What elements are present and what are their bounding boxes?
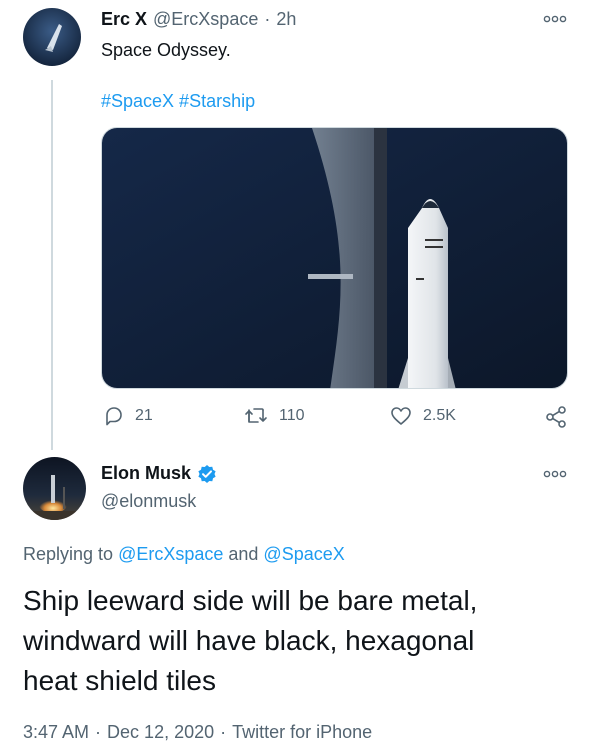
tweet1-separator: ·: [264, 9, 271, 29]
tweet2-author-handle[interactable]: @elonmusk: [101, 491, 196, 512]
more-icon: [543, 470, 567, 478]
tweet2-header: Elon Musk: [101, 463, 217, 484]
tweet1-text: Space Odyssey.: [101, 40, 231, 60]
replying-to-user-spacex[interactable]: @SpaceX: [263, 544, 344, 565]
tweet1-more-button[interactable]: [543, 12, 567, 31]
tweet2-meta: 3:47 AM · Dec 12, 2020 · Twitter for iPh…: [23, 722, 372, 743]
share-button[interactable]: [544, 405, 568, 429]
tweet1-hashtags[interactable]: #SpaceX #Starship: [101, 91, 255, 112]
reply-count: 21: [135, 407, 153, 424]
tweet2-text: Ship leeward side will be bare metal, wi…: [23, 581, 477, 701]
tweet1-author-handle[interactable]: @ErcXspace: [153, 9, 258, 30]
tweet1-media-image[interactable]: [101, 127, 568, 389]
thread-connector-line: [51, 80, 53, 450]
like-button[interactable]: 2.5K: [389, 405, 456, 427]
tweet2-text-line-1: Ship leeward side will be bare metal,: [23, 585, 478, 616]
retweet-count: 110: [279, 407, 305, 424]
like-icon: [391, 407, 411, 425]
avatar-ercx-image: [23, 8, 81, 66]
tweet2-author-name[interactable]: Elon Musk: [101, 463, 191, 484]
verified-icon: [198, 464, 216, 483]
starship-photo: [102, 128, 567, 388]
tweet2-text-line-2: windward will have black, hexagonal: [23, 625, 475, 656]
replying-to-user-ercxspace[interactable]: @ErcXspace: [118, 544, 223, 565]
tweet1-author-name[interactable]: Erc X: [101, 9, 147, 30]
retweet-button[interactable]: 110: [243, 405, 305, 427]
tweet2-source[interactable]: Twitter for iPhone: [232, 722, 372, 743]
tweet2-text-line-3: heat shield tiles: [23, 665, 217, 696]
share-icon: [546, 406, 566, 428]
meta-dot: ·: [95, 722, 102, 742]
tweet1-header: Erc X @ErcXspace · 2h: [101, 9, 296, 30]
tweet2-date[interactable]: Dec 12, 2020: [107, 722, 214, 743]
avatar-elonmusk-image: [23, 457, 86, 520]
reply-icon: [106, 407, 122, 426]
tweet1-time[interactable]: 2h: [276, 9, 296, 30]
reply-button[interactable]: 21: [103, 405, 153, 427]
like-count: 2.5K: [423, 407, 456, 424]
avatar-ercx[interactable]: [23, 8, 81, 66]
meta-dot: ·: [220, 722, 227, 742]
replying-to-prefix: Replying to: [23, 544, 114, 564]
retweet-icon: [245, 408, 267, 423]
replying-to: Replying to @ErcXspace and @SpaceX: [23, 544, 345, 565]
tweet2-more-button[interactable]: [543, 467, 567, 486]
replying-to-and: and: [228, 544, 259, 564]
avatar-elonmusk[interactable]: [23, 457, 86, 520]
more-icon: [543, 15, 567, 23]
tweet2-time[interactable]: 3:47 AM: [23, 722, 89, 743]
